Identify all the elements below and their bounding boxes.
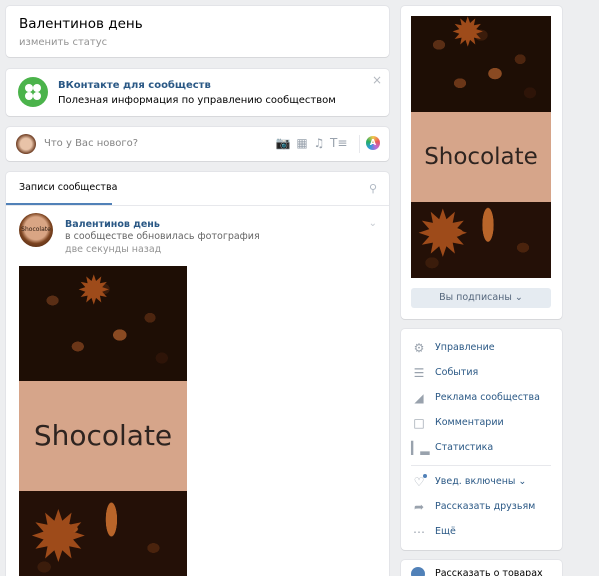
star-anise-icon: ✹ <box>29 496 88 576</box>
post-photo[interactable]: ✹ Shocolate ✹ <box>19 266 187 576</box>
cover-caption: Shocolate <box>411 112 551 202</box>
search-icon[interactable]: ⚲ <box>369 182 377 195</box>
more-icon: ⋯ <box>413 525 425 539</box>
menu-item-advertise[interactable]: ◢ Реклама сообщества <box>411 390 551 406</box>
menu-item-share[interactable]: ➦ Рассказать друзьям <box>411 499 551 515</box>
menu-item-label: Статистика <box>435 442 494 453</box>
star-anise-image: ✹ <box>411 198 551 278</box>
megaphone-icon: ◢ <box>414 391 424 405</box>
menu-item-label: Ещё <box>435 526 456 537</box>
post-composer[interactable]: Что у Вас нового? 📷 ▦ ♫ T≡ A <box>6 127 389 161</box>
community-header: Валентинов день изменить статус <box>6 6 389 57</box>
products-promo-text: Рассказать о товарах или <box>435 568 543 576</box>
post-author-avatar[interactable]: Shocolate <box>19 213 53 247</box>
menu-item-statistics[interactable]: ▎▂ Статистика <box>411 440 551 456</box>
products-promo-card[interactable]: Рассказать о товарах или <box>401 560 562 576</box>
color-palette-icon[interactable]: A <box>366 136 380 150</box>
text-format-icon[interactable]: T≡ <box>330 135 347 151</box>
camera-icon[interactable]: 📷 <box>275 135 291 151</box>
subscribed-button[interactable]: Вы подписаны ⌄ <box>411 288 551 308</box>
menu-item-label: События <box>435 367 479 378</box>
post-timestamp[interactable]: две секунды назад <box>65 244 161 255</box>
menu-item-label: Реклама сообщества <box>435 392 540 403</box>
menu-item-notifications[interactable]: ♡ Увед. включены ⌄ <box>411 474 551 490</box>
avatar <box>16 134 36 154</box>
star-anise-icon: ✹ <box>77 268 111 314</box>
change-status-link[interactable]: изменить статус <box>19 37 107 48</box>
gear-icon: ⚙ <box>413 341 425 355</box>
menu-item-label: Управление <box>435 342 495 353</box>
products-icon <box>411 567 425 576</box>
chevron-down-icon[interactable]: ⌄ <box>369 218 377 229</box>
star-anise-icon: ✹ <box>416 198 470 272</box>
menu-item-comments[interactable]: □ Комментарии <box>411 415 551 431</box>
menu-item-label: Рассказать друзьям <box>435 501 536 512</box>
tab-community-posts[interactable]: Записи сообщества <box>19 182 117 193</box>
video-icon[interactable]: ▦ <box>294 135 310 151</box>
share-icon: ➦ <box>413 500 425 514</box>
star-anise-icon: ✹ <box>451 16 485 56</box>
divider <box>359 135 360 153</box>
vk-for-communities-banner[interactable]: ВКонтакте для сообществ Полезная информа… <box>6 69 389 116</box>
stats-icon: ▎▂ <box>411 441 430 455</box>
comment-icon: □ <box>413 416 425 430</box>
menu-item-manage[interactable]: ⚙ Управление <box>411 340 551 356</box>
menu-item-more[interactable]: ⋯ Ещё <box>411 524 551 540</box>
star-anise-image: ✹ <box>19 491 187 576</box>
community-avatar-photo[interactable]: ✹ Shocolate ✹ <box>411 16 551 278</box>
avatar-text: Shocolate <box>21 226 51 233</box>
photo-caption: Shocolate <box>19 381 187 491</box>
banner-title[interactable]: ВКонтакте для сообществ <box>58 80 211 91</box>
menu-item-label: Комментарии <box>435 417 504 428</box>
music-icon[interactable]: ♫ <box>311 135 327 151</box>
community-actions-menu: ⚙ Управление ☰ События ◢ Реклама сообщес… <box>401 329 562 550</box>
divider <box>411 465 551 466</box>
divider <box>6 205 389 206</box>
coffee-beans-image: ✹ <box>19 266 187 381</box>
close-icon[interactable]: × <box>372 73 382 87</box>
post-author-name[interactable]: Валентинов день <box>65 219 160 230</box>
coffee-beans-image: ✹ <box>411 16 551 112</box>
community-title: Валентинов день <box>19 16 143 32</box>
notification-dot <box>423 474 427 478</box>
banner-subtitle: Полезная информация по управлению сообще… <box>58 95 336 106</box>
list-icon: ☰ <box>413 366 425 380</box>
post-action-text: в сообществе обновилась фотография <box>65 231 260 242</box>
menu-item-events[interactable]: ☰ События <box>411 365 551 381</box>
composer-input[interactable]: Что у Вас нового? <box>44 138 138 149</box>
menu-item-label: Увед. включены ⌄ <box>435 476 527 487</box>
vk-communities-logo-icon <box>18 77 48 107</box>
